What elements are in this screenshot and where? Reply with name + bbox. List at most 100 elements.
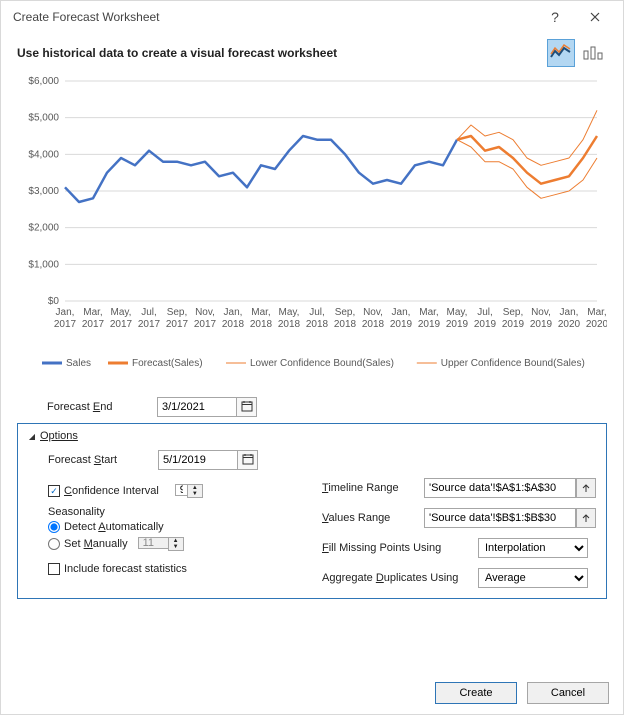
svg-text:$1,000: $1,000 (28, 259, 59, 270)
aggregate-duplicates-label: Aggregate Duplicates Using (322, 572, 472, 584)
range-picker-icon (581, 512, 591, 525)
svg-text:Jan,: Jan, (56, 307, 75, 318)
svg-text:Nov,: Nov, (363, 307, 383, 318)
calendar-icon (242, 453, 254, 468)
seasonality-label: Seasonality (48, 506, 294, 518)
values-range-picker-button[interactable] (576, 508, 596, 528)
calendar-icon (241, 400, 253, 415)
dialog-title: Create Forecast Worksheet (13, 10, 535, 24)
svg-text:Sales: Sales (66, 358, 91, 369)
confidence-interval-label: Confidence Interval (64, 485, 159, 497)
cancel-button[interactable]: Cancel (527, 682, 609, 704)
svg-text:Mar,: Mar, (251, 307, 270, 318)
seasonality-manual-input[interactable] (138, 537, 168, 549)
forecast-end-label: Forecast End (47, 401, 157, 413)
svg-text:Mar,: Mar, (419, 307, 438, 318)
svg-text:Jan,: Jan, (392, 307, 411, 318)
include-stats-checkbox[interactable] (48, 563, 60, 575)
forecast-start-label: Forecast Start (48, 454, 158, 466)
values-range-label: Values Range (322, 512, 418, 524)
svg-text:Sep,: Sep, (503, 307, 524, 318)
seasonality-manual-label: Set Manually (64, 538, 128, 550)
svg-text:2017: 2017 (166, 319, 189, 330)
svg-text:Mar,: Mar, (587, 307, 606, 318)
svg-text:Upper Confidence Bound(Sales): Upper Confidence Bound(Sales) (441, 358, 585, 369)
svg-text:2017: 2017 (54, 319, 77, 330)
timeline-range-label: Timeline Range (322, 482, 418, 494)
svg-text:Jan,: Jan, (224, 307, 243, 318)
forecast-dialog: Create Forecast Worksheet ? Use historic… (0, 0, 624, 715)
svg-text:2019: 2019 (530, 319, 553, 330)
confidence-interval-input[interactable] (175, 484, 187, 496)
fill-missing-label: Fill Missing Points Using (322, 542, 472, 554)
svg-text:2018: 2018 (362, 319, 385, 330)
svg-text:$2,000: $2,000 (28, 223, 59, 234)
svg-text:$5,000: $5,000 (28, 113, 59, 124)
seasonality-manual-radio[interactable] (48, 538, 60, 550)
close-button[interactable] (575, 5, 615, 29)
seasonality-auto-label: Detect Automatically (64, 521, 164, 533)
fill-missing-select[interactable]: Interpolation (478, 538, 588, 558)
seasonality-auto-radio[interactable] (48, 521, 60, 533)
forecast-chart: $0 $1,000 $2,000 $3,000 $4,000 $5,000 $6,000 Ja… (17, 73, 607, 393)
svg-text:Jul,: Jul, (309, 307, 325, 318)
svg-text:2018: 2018 (306, 319, 329, 330)
svg-text:2018: 2018 (222, 319, 245, 330)
svg-text:$4,000: $4,000 (28, 149, 59, 160)
titlebar: Create Forecast Worksheet ? (1, 1, 623, 33)
svg-text:2019: 2019 (418, 319, 441, 330)
svg-text:Nov,: Nov, (195, 307, 215, 318)
svg-text:Nov,: Nov, (531, 307, 551, 318)
svg-text:$6,000: $6,000 (28, 76, 59, 87)
svg-text:May,: May, (447, 307, 468, 318)
svg-text:2019: 2019 (474, 319, 497, 330)
svg-text:$3,000: $3,000 (28, 186, 59, 197)
line-chart-type-button[interactable] (547, 39, 575, 67)
dialog-subtitle: Use historical data to create a visual f… (17, 46, 337, 60)
svg-text:2019: 2019 (502, 319, 525, 330)
svg-text:Sep,: Sep, (335, 307, 356, 318)
svg-text:2017: 2017 (138, 319, 161, 330)
line-chart-icon (550, 43, 572, 64)
column-chart-type-button[interactable] (579, 39, 607, 67)
forecast-start-datepicker-button[interactable] (238, 450, 258, 470)
svg-text:May,: May, (111, 307, 132, 318)
svg-text:2019: 2019 (446, 319, 469, 330)
svg-text:Sep,: Sep, (167, 307, 188, 318)
svg-text:Jan,: Jan, (560, 307, 579, 318)
svg-text:Lower Confidence Bound(Sales): Lower Confidence Bound(Sales) (250, 358, 394, 369)
svg-text:2020: 2020 (558, 319, 581, 330)
aggregate-duplicates-select[interactable]: Average (478, 568, 588, 588)
confidence-interval-stepper[interactable]: ▲▼ (187, 484, 203, 498)
include-stats-label: Include forecast statistics (64, 563, 187, 575)
svg-text:2020: 2020 (586, 319, 607, 330)
svg-text:$0: $0 (48, 296, 60, 307)
timeline-range-input[interactable] (424, 478, 576, 498)
help-button[interactable]: ? (535, 5, 575, 29)
svg-text:Jul,: Jul, (477, 307, 493, 318)
timeline-range-picker-button[interactable] (576, 478, 596, 498)
svg-text:2017: 2017 (194, 319, 217, 330)
confidence-interval-checkbox[interactable]: ✓ (48, 485, 60, 497)
options-panel: ◢ Options Forecast Start (17, 423, 607, 599)
svg-text:Forecast(Sales): Forecast(Sales) (132, 358, 203, 369)
svg-text:May,: May, (279, 307, 300, 318)
svg-text:2017: 2017 (82, 319, 105, 330)
svg-text:2018: 2018 (250, 319, 273, 330)
svg-text:2017: 2017 (110, 319, 133, 330)
svg-text:2018: 2018 (278, 319, 301, 330)
create-button[interactable]: Create (435, 682, 517, 704)
range-picker-icon (581, 482, 591, 495)
forecast-end-datepicker-button[interactable] (237, 397, 257, 417)
options-header-label: Options (40, 430, 78, 442)
svg-text:2018: 2018 (334, 319, 357, 330)
svg-text:Jul,: Jul, (141, 307, 157, 318)
values-range-input[interactable] (424, 508, 576, 528)
column-chart-icon (582, 43, 604, 64)
svg-text:2019: 2019 (390, 319, 413, 330)
seasonality-manual-stepper[interactable]: ▲▼ (168, 537, 184, 551)
svg-text:Mar,: Mar, (83, 307, 102, 318)
forecast-end-input[interactable] (157, 397, 237, 417)
forecast-start-input[interactable] (158, 450, 238, 470)
options-collapse-toggle[interactable]: ◢ (28, 432, 36, 440)
